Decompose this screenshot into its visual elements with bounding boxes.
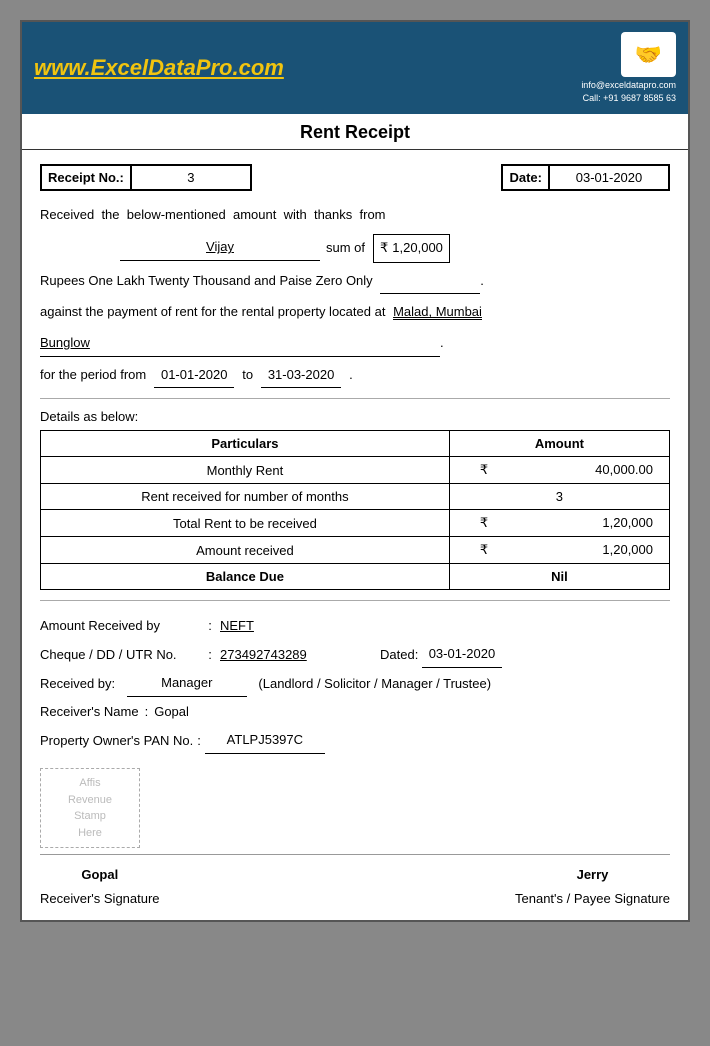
table-cell-particular: Balance Due bbox=[41, 564, 450, 590]
stamp-section: Affis Revenue Stamp Here bbox=[40, 768, 670, 848]
period-from-value: 01-01-2020 bbox=[154, 363, 234, 389]
receiver-name-row: Receiver's Name : Gopal bbox=[40, 699, 670, 725]
table-cell-amount: ₹1,20,000 bbox=[449, 537, 669, 564]
details-table: Particulars Amount Monthly Rent₹40,000.0… bbox=[40, 430, 670, 590]
date-label: Date: bbox=[503, 166, 548, 189]
table-row: Total Rent to be received₹1,20,000 bbox=[41, 510, 670, 537]
cheque-row: Cheque / DD / UTR No. : 273492743289 Dat… bbox=[40, 641, 670, 668]
tenant-sig-name: Jerry bbox=[515, 863, 670, 886]
thanks-text: thanks bbox=[314, 207, 352, 222]
separator-1 bbox=[40, 398, 670, 399]
receiver-name-label: Receiver's Name bbox=[40, 699, 139, 725]
received-text: Received bbox=[40, 207, 94, 222]
amount-box: ₹ 1,20,000 bbox=[373, 234, 450, 263]
rupees-text: Rupees One Lakh Twenty Thousand and Pais… bbox=[40, 273, 373, 288]
header-contact: info@exceldatapro.com Call: +91 9687 858… bbox=[581, 79, 676, 104]
receiver-sig-role: Receiver's Signature bbox=[40, 887, 160, 910]
table-row: Rent received for number of months3 bbox=[41, 484, 670, 510]
receiver-sig-name: Gopal bbox=[40, 863, 160, 886]
payer-row: Vijay sum of ₹ 1,20,000 bbox=[120, 234, 670, 263]
from-text: from bbox=[360, 207, 386, 222]
table-cell-amount: ₹1,20,000 bbox=[449, 510, 669, 537]
date-value: 03-01-2020 bbox=[548, 166, 668, 189]
received-by-value: NEFT bbox=[220, 613, 350, 639]
against-text: against the payment of rent for the rent… bbox=[40, 304, 385, 319]
period-to-label: to bbox=[242, 363, 253, 388]
with-text: with bbox=[284, 207, 307, 222]
pan-row: Property Owner's PAN No. : ATLPJ5397C bbox=[40, 727, 670, 754]
table-header-row: Particulars Amount bbox=[41, 431, 670, 457]
receipt-number: 3 bbox=[130, 166, 250, 189]
receipt-title: Rent Receipt bbox=[22, 114, 688, 150]
col-header-particulars: Particulars bbox=[41, 431, 450, 457]
intro-paragraph: Received the below-mentioned amount with… bbox=[40, 203, 670, 228]
payer-name: Vijay bbox=[120, 235, 320, 261]
the-text: the bbox=[101, 207, 119, 222]
header-right: 🤝 info@exceldatapro.com Call: +91 9687 8… bbox=[581, 32, 676, 104]
period-to-value: 31-03-2020 bbox=[261, 363, 341, 389]
details-label: Details as below: bbox=[40, 409, 670, 424]
dated-value: 03-01-2020 bbox=[422, 641, 502, 668]
table-cell-particular: Amount received bbox=[41, 537, 450, 564]
received-by-label: Amount Received by bbox=[40, 613, 200, 639]
col-header-amount: Amount bbox=[449, 431, 669, 457]
table-cell-amount: 3 bbox=[449, 484, 669, 510]
receipt-label: Receipt No.: bbox=[42, 166, 130, 189]
received-by-role-value: Manager bbox=[127, 670, 247, 697]
payment-section: Amount Received by : NEFT Cheque / DD / … bbox=[40, 613, 670, 754]
receipt-meta: Receipt No.: 3 Date: 03-01-2020 bbox=[40, 164, 670, 191]
signature-section: Gopal Receiver's Signature Jerry Tenant'… bbox=[40, 854, 670, 910]
period-row: for the period from 01-01-2020 to 31-03-… bbox=[40, 363, 670, 389]
receipt-number-box: Receipt No.: 3 bbox=[40, 164, 252, 191]
header-banner: www.ExcelDataPro.com 🤝 info@exceldatapro… bbox=[22, 22, 688, 114]
received-by-role-label: Received by: bbox=[40, 671, 115, 697]
property-row: against the payment of rent for the rent… bbox=[40, 300, 670, 325]
cheque-value: 273492743289 bbox=[220, 642, 350, 668]
below-mentioned-text: below-mentioned bbox=[127, 207, 226, 222]
table-cell-amount: Nil bbox=[449, 564, 669, 590]
separator-2 bbox=[40, 600, 670, 601]
table-cell-amount: ₹40,000.00 bbox=[449, 457, 669, 484]
tenant-sig-role: Tenant's / Payee Signature bbox=[515, 887, 670, 910]
content-area: Receipt No.: 3 Date: 03-01-2020 Received… bbox=[22, 150, 688, 920]
date-box: Date: 03-01-2020 bbox=[501, 164, 670, 191]
tenant-signature-block: Jerry Tenant's / Payee Signature bbox=[515, 863, 670, 910]
property-location: Malad, Mumbai bbox=[393, 304, 482, 320]
sum-of-text: sum of bbox=[326, 236, 365, 261]
rent-receipt-page: www.ExcelDataPro.com 🤝 info@exceldatapro… bbox=[20, 20, 690, 922]
amount-value: 1,20,000 bbox=[392, 236, 443, 261]
amount-received-by-row: Amount Received by : NEFT bbox=[40, 613, 670, 639]
table-cell-particular: Monthly Rent bbox=[41, 457, 450, 484]
rupees-text-row: Rupees One Lakh Twenty Thousand and Pais… bbox=[40, 269, 670, 295]
amount-word: amount bbox=[233, 207, 276, 222]
table-row: Monthly Rent₹40,000.00 bbox=[41, 457, 670, 484]
table-row: Balance DueNil bbox=[41, 564, 670, 590]
property-type-row: Bunglow. bbox=[40, 331, 670, 357]
cheque-label: Cheque / DD / UTR No. bbox=[40, 642, 200, 668]
table-cell-particular: Total Rent to be received bbox=[41, 510, 450, 537]
receiver-name-value: Gopal bbox=[154, 699, 189, 725]
period-from-label: for the period from bbox=[40, 363, 146, 388]
table-row: Amount received₹1,20,000 bbox=[41, 537, 670, 564]
property-type: Bunglow bbox=[40, 331, 440, 357]
table-cell-particular: Rent received for number of months bbox=[41, 484, 450, 510]
received-by-role-row: Received by: Manager (Landlord / Solicit… bbox=[40, 670, 670, 697]
pan-label: Property Owner's PAN No. bbox=[40, 728, 193, 754]
logo-icon: 🤝 bbox=[621, 32, 676, 77]
receiver-signature-block: Gopal Receiver's Signature bbox=[40, 863, 160, 910]
stamp-box: Affis Revenue Stamp Here bbox=[40, 768, 140, 848]
currency-symbol: ₹ bbox=[380, 236, 388, 261]
pan-value: ATLPJ5397C bbox=[205, 727, 325, 754]
website-url: www.ExcelDataPro.com bbox=[34, 55, 284, 81]
dated-label: Dated: bbox=[380, 642, 418, 668]
role-options: (Landlord / Solicitor / Manager / Truste… bbox=[258, 671, 491, 697]
